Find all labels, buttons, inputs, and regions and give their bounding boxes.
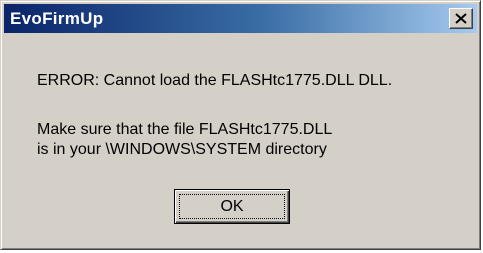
error-dialog: EvoFirmUp ERROR: Cannot load the FLASHtc… [0,0,481,250]
ok-button[interactable]: OK [174,189,290,224]
hint-message-line2: is in your \WINDOWS\SYSTEM directory [37,141,327,158]
hint-message-line1: Make sure that the file FLASHtc1775.DLL [37,121,333,138]
window-title: EvoFirmUp [10,9,104,28]
ok-button-label: OK [220,198,244,215]
error-message: ERROR: Cannot load the FLASHtc1775.DLL D… [37,72,393,89]
close-x-icon [455,13,467,24]
title-bar[interactable]: EvoFirmUp [4,4,477,33]
close-button[interactable] [449,8,473,29]
